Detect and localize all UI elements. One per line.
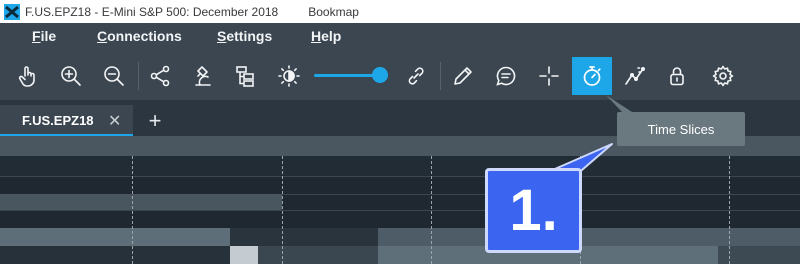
time-grid-line [431, 156, 432, 264]
menu-file[interactable]: File [32, 28, 56, 44]
tab-close-icon[interactable]: ✕ [108, 111, 121, 131]
crosshair-icon [539, 66, 559, 86]
share-button[interactable] [144, 60, 176, 92]
menu-settings-label: ettings [226, 28, 273, 44]
chat-icon [496, 66, 516, 86]
gear-icon [712, 65, 734, 87]
chart-volume-band [0, 228, 230, 246]
hand-icon [18, 66, 35, 87]
menu-connections-mnemonic: C [97, 28, 108, 44]
pencil-button[interactable] [447, 60, 479, 92]
tab-instrument[interactable]: F.US.EPZ18 ✕ [0, 105, 133, 136]
chart-row [0, 156, 800, 176]
brightness-icon [278, 65, 300, 87]
share-icon [150, 65, 170, 87]
toolbar [0, 50, 800, 100]
app-name: Bookmap [308, 4, 359, 19]
hand-tool-button[interactable] [12, 60, 44, 92]
chart-volume-band [0, 246, 230, 264]
time-slices-button[interactable] [572, 57, 612, 95]
chart-volume-band [378, 228, 800, 246]
menu-file-mnemonic: F [32, 28, 41, 44]
brightness-slider[interactable] [314, 67, 388, 83]
tab-label: F.US.EPZ18 [22, 113, 94, 128]
add-tab-button[interactable]: + [135, 105, 175, 136]
hierarchy-button[interactable] [230, 60, 262, 92]
chart-volume-band [0, 194, 282, 210]
tooltip-text: Time Slices [647, 121, 715, 137]
menu-settings-mnemonic: S [217, 28, 227, 44]
step-callout: 1. [485, 168, 582, 253]
menu-help-mnemonic: H [311, 28, 322, 44]
zoom-in-icon [61, 66, 81, 86]
menu-settings[interactable]: Settings [217, 28, 272, 44]
menu-connections-label: onnections [107, 28, 182, 44]
stopwatch-icon [583, 66, 601, 86]
link-button[interactable] [400, 60, 432, 92]
tooltip: Time Slices [617, 112, 745, 146]
chart-line-icon [625, 66, 645, 85]
chart-volume-band [718, 246, 800, 264]
settings-button[interactable] [707, 60, 739, 92]
time-grid-line [729, 156, 730, 264]
time-grid-line [132, 156, 133, 264]
chart-row-divider [0, 210, 800, 211]
chat-button[interactable] [490, 60, 522, 92]
link-icon [408, 67, 424, 85]
microscope-button[interactable] [187, 60, 219, 92]
bookmap-logo-icon [4, 3, 20, 20]
zoom-out-button[interactable] [98, 60, 130, 92]
menu-connections[interactable]: Connections [97, 28, 182, 44]
pencil-icon [454, 67, 472, 85]
toolbar-separator [138, 62, 139, 90]
toolbar-separator [440, 62, 441, 90]
brightness-button[interactable] [273, 60, 305, 92]
heatmap-chart[interactable] [0, 136, 800, 264]
chart-row-divider [0, 176, 800, 177]
lock-button[interactable] [661, 60, 693, 92]
title-bar: F.US.EPZ18 - E-Mini S&P 500: December 20… [0, 0, 800, 23]
lock-icon [670, 67, 684, 86]
time-grid-line [282, 156, 283, 264]
window-title: F.US.EPZ18 - E-Mini S&P 500: December 20… [25, 4, 279, 19]
step-number: 1. [509, 178, 558, 243]
zoom-in-button[interactable] [55, 60, 87, 92]
hierarchy-icon [236, 66, 254, 87]
menu-file-label: ile [40, 28, 57, 44]
chart-volume-band [258, 246, 378, 264]
menu-help-label: elp [321, 28, 342, 44]
zoom-out-icon [104, 66, 124, 86]
chart-line-button[interactable] [619, 60, 651, 92]
menu-help[interactable]: Help [311, 28, 341, 44]
brightness-slider-knob[interactable] [372, 67, 388, 83]
chart-volume-spike [230, 246, 258, 264]
menu-bar: File Connections Settings Help [0, 23, 800, 50]
chart-volume-band [230, 228, 378, 246]
microscope-icon [195, 66, 211, 86]
crosshair-button[interactable] [533, 60, 565, 92]
